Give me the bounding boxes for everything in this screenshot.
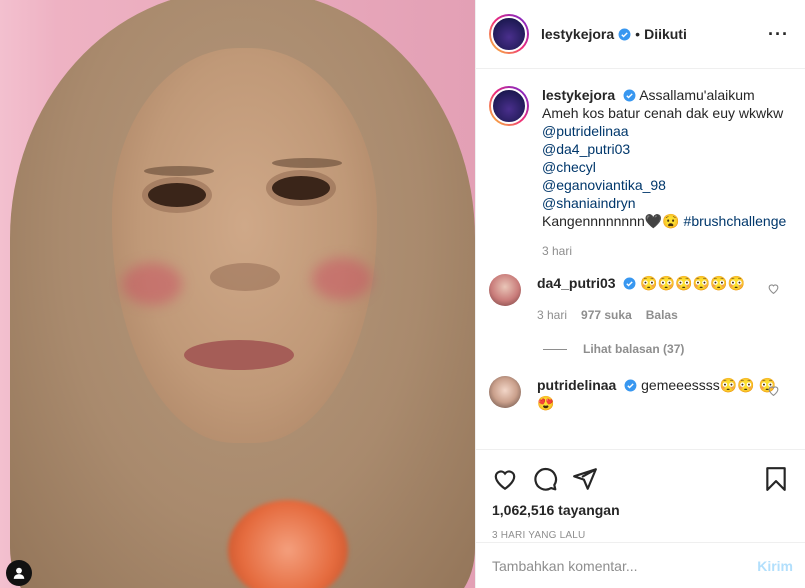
comment-username[interactable]: da4_putri03 — [537, 275, 616, 291]
reply-button[interactable]: Balas — [646, 306, 678, 324]
face-eye-left — [148, 183, 206, 207]
face-nose — [210, 263, 280, 291]
view-count[interactable]: 1,062,516 tayangan — [476, 498, 805, 518]
post-media[interactable] — [0, 0, 475, 588]
face-brow-right — [272, 158, 342, 168]
author-username[interactable]: lestykejora — [541, 26, 614, 42]
mention-link[interactable]: @eganoviantika_98 — [542, 177, 666, 193]
caption-greeting: Assallamu'alaikum — [639, 87, 755, 103]
post-side-panel: lestykejora • Diikuti ··· lestykejora As… — [475, 0, 805, 588]
caption-avatar[interactable] — [489, 86, 529, 126]
comment-text: putridelinaa gemeeessss😳😳 😳😍 — [537, 376, 787, 412]
mention-link[interactable]: @shaniaindryn — [542, 195, 636, 211]
verified-badge-icon — [618, 28, 631, 40]
comment-username[interactable]: putridelinaa — [537, 377, 616, 393]
action-bar — [476, 450, 805, 498]
bookmark-icon[interactable] — [763, 466, 789, 492]
comment-icon[interactable] — [532, 466, 558, 492]
media-face — [112, 48, 377, 443]
face-brow-left — [144, 166, 214, 176]
comment-form: Kirim — [476, 542, 805, 588]
face-cheek-left — [122, 263, 182, 305]
comment-time[interactable]: 3 hari — [537, 306, 567, 324]
mention-link[interactable]: @da4_putri03 — [542, 141, 630, 157]
verified-badge-icon — [623, 89, 636, 102]
caption: lestykejora Assallamu'alaikum Ameh kos b… — [489, 86, 805, 260]
mention-link[interactable]: @putridelinaa — [542, 123, 629, 139]
user-tag-icon — [13, 567, 25, 579]
face-eye-right — [272, 176, 330, 200]
comment-like-icon[interactable] — [767, 384, 780, 397]
face-cheek-right — [312, 258, 372, 300]
header-separator: • — [635, 26, 641, 42]
verified-badge-icon — [624, 277, 636, 290]
comment-likes[interactable]: 977 suka — [581, 306, 632, 324]
view-replies-button[interactable]: Lihat balasan (37) — [543, 342, 805, 356]
replies-line — [543, 348, 567, 350]
author-avatar[interactable] — [489, 14, 529, 54]
more-options-icon[interactable]: ··· — [768, 24, 789, 45]
face-mouth — [184, 340, 294, 370]
caption-text: lestykejora Assallamu'alaikum Ameh kos b… — [542, 86, 792, 260]
mention-link[interactable]: @checyl — [542, 159, 596, 175]
commenter-avatar[interactable] — [489, 274, 521, 306]
post-actions: 1,062,516 tayangan 3 hari yang lalu Kiri… — [476, 449, 805, 588]
post-timestamp[interactable]: 3 hari yang lalu — [476, 518, 805, 541]
caption-username[interactable]: lestykejora — [542, 87, 615, 103]
comment-item: putridelinaa gemeeessss😳😳 😳😍 — [489, 376, 805, 412]
heart-icon[interactable] — [492, 466, 518, 492]
view-replies-label: Lihat balasan (37) — [583, 342, 685, 356]
comment-meta: 3 hari 977 suka Balas — [537, 306, 787, 324]
share-icon[interactable] — [572, 466, 598, 492]
post-header: lestykejora • Diikuti ··· — [476, 0, 805, 69]
hashtag-link[interactable]: #brushchallenge — [684, 213, 787, 229]
comment-body: 😳😳😳😳😳😳 — [640, 275, 745, 291]
comment-input[interactable] — [492, 557, 758, 574]
comment-item: da4_putri03 😳😳😳😳😳😳 3 hari 977 suka Balas — [489, 274, 805, 324]
caption-line: Ameh kos batur cenah dak euy wkwkw — [542, 105, 784, 121]
comment-like-icon[interactable] — [767, 282, 780, 295]
comment-text: da4_putri03 😳😳😳😳😳😳 3 hari 977 suka Balas — [537, 274, 787, 324]
caption-meta: 3 hari — [542, 242, 792, 260]
post-comment-button[interactable]: Kirim — [757, 558, 793, 574]
caption-closing: Kangennnnnnnn🖤😧 — [542, 213, 680, 229]
verified-badge-icon — [624, 379, 637, 392]
commenter-avatar[interactable] — [489, 376, 521, 408]
follow-status-button[interactable]: Diikuti — [644, 26, 687, 42]
comments-list[interactable]: lestykejora Assallamu'alaikum Ameh kos b… — [476, 70, 805, 448]
caption-time[interactable]: 3 hari — [542, 242, 572, 260]
user-tag-button[interactable] — [6, 560, 32, 586]
